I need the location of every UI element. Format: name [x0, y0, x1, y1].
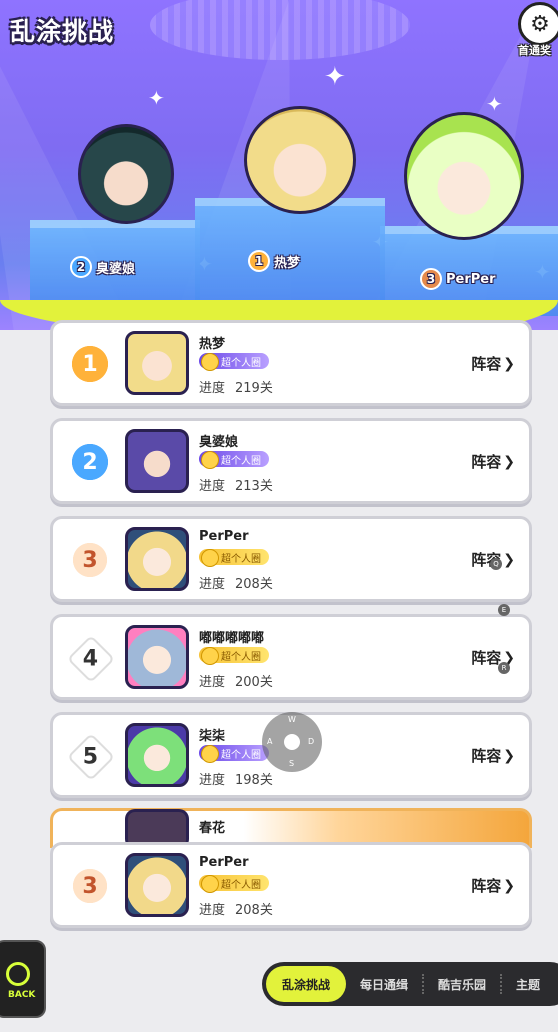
- rank-badge: 3: [67, 537, 113, 583]
- bottom-tab-bar: 乱涂挑战 每日通缉 酷吉乐园 主题: [262, 962, 558, 1006]
- rank-badge: 2: [70, 256, 92, 278]
- title-tag: 超个人圈: [199, 647, 269, 665]
- progress-text: 进度 219关: [199, 381, 273, 396]
- joystick-up-label: W: [288, 715, 296, 724]
- joystick-right-label: D: [308, 737, 315, 746]
- podium-label-first: 1 热梦: [248, 250, 300, 272]
- virtual-joystick[interactable]: W A D S: [262, 712, 322, 772]
- rank-badge: 3: [420, 268, 442, 290]
- first-pass-label: 首通奖: [518, 44, 551, 57]
- list-item[interactable]: 2 臭婆娘 超个人圈 进度 213关 阵容 ❯: [50, 418, 532, 504]
- joystick-down-label: S: [289, 759, 295, 768]
- character-avatar-second[interactable]: [78, 124, 174, 224]
- back-button[interactable]: BACK: [0, 940, 46, 1018]
- podium-label-second: 2 臭婆娘: [70, 256, 135, 278]
- key-hint-r: R: [498, 662, 510, 674]
- rank-badge: 5: [66, 732, 116, 782]
- list-item[interactable]: 1 热梦 超个人圈 进度 219关 阵容 ❯: [50, 320, 532, 406]
- rank-badge: 3: [67, 863, 113, 909]
- player-name: 春花: [199, 821, 226, 836]
- progress-text: 进度 213关: [199, 479, 273, 494]
- player-name: 臭婆娘: [96, 261, 136, 277]
- key-hint-e: E: [498, 604, 510, 616]
- tab-daily-wanted[interactable]: 每日通缉: [346, 966, 422, 1002]
- rank-badge: 1: [67, 341, 113, 387]
- player-name: 柒柒: [199, 729, 226, 744]
- sparkle-icon: ✦: [324, 62, 346, 92]
- title-tag: 超个人圈: [199, 875, 269, 893]
- rank-badge: 4: [66, 634, 116, 684]
- stage-header: 乱涂挑战 ⚙ 首通奖 ✦ ✦ ✦ ✦ ✦ ✦ 2 臭婆娘 1 热梦 3 PerP…: [0, 0, 558, 330]
- progress-text: 进度 208关: [199, 577, 273, 592]
- title-tag: 超个人圈: [199, 451, 269, 469]
- progress-text: 进度 198关: [199, 773, 273, 788]
- rank-badge: 1: [248, 250, 270, 272]
- player-name: 热梦: [199, 337, 226, 352]
- avatar: [125, 331, 189, 395]
- chevron-right-icon: ❯: [503, 453, 515, 470]
- avatar: [125, 853, 189, 917]
- character-avatar-first[interactable]: [244, 106, 356, 214]
- list-item[interactable]: 3 PerPer 超个人圈 进度 208关 阵容 ❯: [50, 516, 532, 602]
- tab-theme[interactable]: 主题: [502, 966, 554, 1002]
- chevron-right-icon: ❯: [503, 877, 515, 894]
- progress-text: 进度 208关: [199, 903, 273, 918]
- list-item[interactable]: 4 嘟嘟嘟嘟嘟 超个人圈 进度 200关 阵容 ❯: [50, 614, 532, 700]
- page-title: 乱涂挑战: [10, 17, 115, 46]
- character-avatar-third[interactable]: [404, 112, 524, 240]
- first-pass-reward-button[interactable]: ⚙ 首通奖: [518, 2, 558, 62]
- rank-badge: 2: [67, 439, 113, 485]
- title-tag: 超个人圈: [199, 353, 269, 371]
- avatar: [125, 625, 189, 689]
- player-name: 热梦: [274, 255, 301, 271]
- back-label: BACK: [8, 990, 36, 1000]
- chevron-right-icon: ❯: [503, 747, 515, 764]
- lineup-button[interactable]: 阵容 ❯: [471, 353, 515, 374]
- progress-text: 进度 200关: [199, 675, 273, 690]
- lineup-button[interactable]: 阵容 ❯: [471, 745, 515, 766]
- joystick-left-label: A: [267, 737, 273, 746]
- tab-scribble-challenge[interactable]: 乱涂挑战: [266, 966, 347, 1002]
- player-name: 嘟嘟嘟嘟嘟: [199, 631, 265, 646]
- sparkle-icon: ✦: [148, 86, 165, 110]
- sparkle-icon: ✦: [486, 92, 503, 116]
- reward-icon: ⚙: [518, 2, 558, 46]
- chevron-right-icon: ❯: [503, 551, 515, 568]
- avatar: [125, 723, 189, 787]
- lineup-button[interactable]: 阵容 ❯: [471, 451, 515, 472]
- avatar: [125, 527, 189, 591]
- my-rank-row[interactable]: 3 PerPer 超个人圈 进度 208关 阵容 ❯: [50, 842, 532, 928]
- title-tag: 超个人圈: [199, 549, 269, 567]
- key-hint-q: Q: [490, 558, 502, 570]
- avatar: [125, 429, 189, 493]
- player-name: PerPer: [199, 529, 249, 544]
- player-name: PerPer: [199, 855, 249, 870]
- joystick-knob[interactable]: [284, 734, 300, 750]
- player-name: PerPer: [446, 271, 496, 287]
- chevron-right-icon: ❯: [503, 355, 515, 372]
- tab-park[interactable]: 酷吉乐园: [424, 966, 500, 1002]
- back-icon: [6, 962, 30, 986]
- lineup-button[interactable]: 阵容 ❯: [471, 875, 515, 896]
- title-tag: 超个人圈: [199, 745, 269, 763]
- player-name: 臭婆娘: [199, 435, 239, 450]
- podium-label-third: 3 PerPer: [420, 268, 496, 290]
